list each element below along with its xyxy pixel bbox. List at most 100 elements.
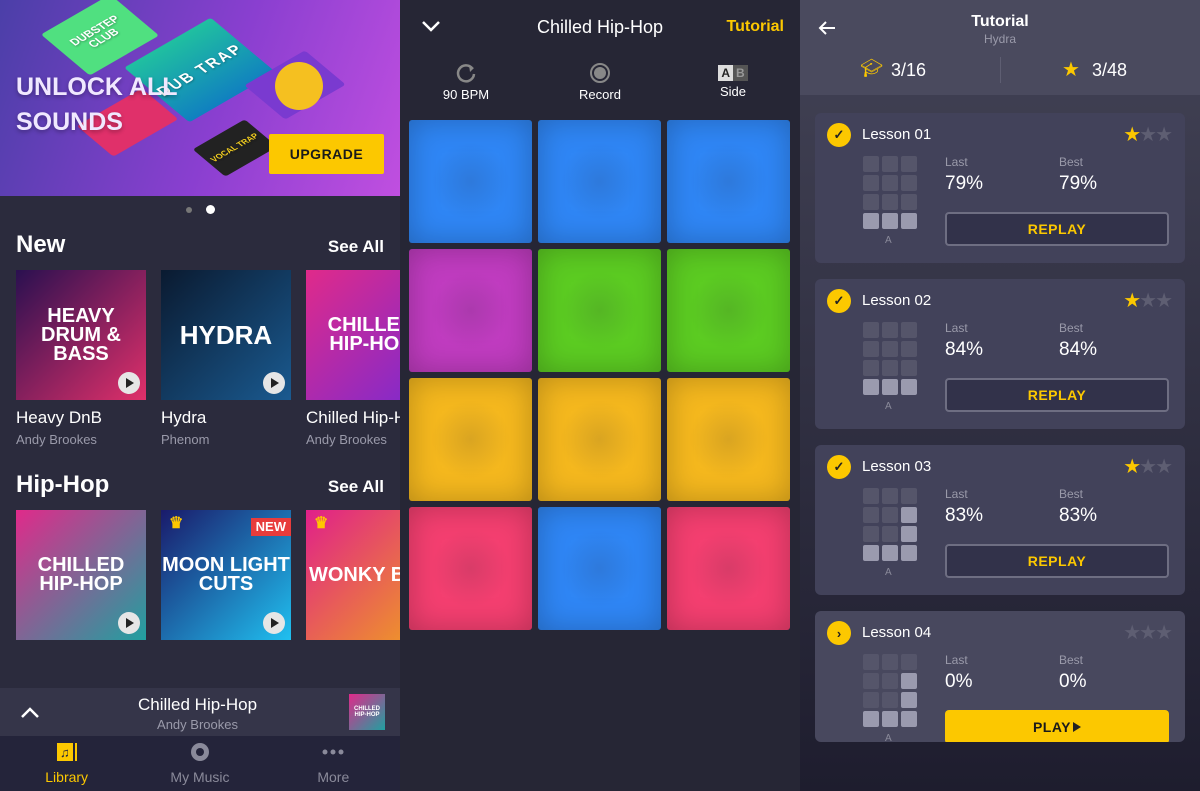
- drum-pad[interactable]: [538, 120, 661, 243]
- play-button[interactable]: PLAY: [945, 710, 1169, 742]
- record-button[interactable]: Record: [555, 62, 645, 102]
- star-icon: ★: [1139, 622, 1157, 644]
- last-score: 79%: [945, 173, 984, 194]
- bottom-nav: ♫ Library My Music More: [0, 736, 400, 791]
- album-art-lettering: HEAVY DRUM & BASS: [41, 304, 121, 365]
- album-card[interactable]: WONKY BEA ♛: [306, 510, 400, 640]
- grid-cell: [882, 507, 898, 523]
- section-title: New: [16, 231, 66, 258]
- drum-pad[interactable]: [538, 249, 661, 372]
- star-icon: ★: [1139, 124, 1157, 146]
- upgrade-button[interactable]: UPGRADE: [269, 134, 384, 174]
- drum-pad[interactable]: [409, 120, 532, 243]
- grid-cell: [863, 341, 879, 357]
- record-label: Record: [579, 87, 621, 102]
- album-art[interactable]: CHILLED HIP-HOP: [16, 510, 146, 640]
- side-a: A: [718, 65, 733, 81]
- star-icon: ★: [1155, 290, 1173, 312]
- grid-cell: [882, 175, 898, 191]
- tutorial-subtitle: Hydra: [983, 32, 1016, 46]
- lesson-card[interactable]: › Lesson 04 ★★★ A Last Best 0% 0% PLAY: [815, 611, 1185, 742]
- album-card[interactable]: HYDRA Hydra Phenom: [161, 270, 291, 447]
- album-card[interactable]: HEAVY DRUM & BASS Heavy DnB Andy Brookes: [16, 270, 146, 447]
- grid-cell: [901, 194, 917, 210]
- grid-cell: [863, 673, 879, 689]
- disc-icon: [190, 742, 210, 765]
- carousel-dot[interactable]: [185, 206, 192, 213]
- album-art[interactable]: MOON LIGHT CUTS ♛ NEW: [161, 510, 291, 640]
- lesson-name: Lesson 01: [862, 126, 932, 143]
- drum-pad[interactable]: [538, 378, 661, 501]
- lesson-card[interactable]: ✓ Lesson 03 ★★★ A Last Best 83% 83% REPL…: [815, 445, 1185, 595]
- album-art[interactable]: HEAVY DRUM & BASS: [16, 270, 146, 400]
- album-art[interactable]: HYDRA: [161, 270, 291, 400]
- see-all-button[interactable]: See All: [328, 237, 384, 257]
- grid-cell: [882, 488, 898, 504]
- star-icon: ★: [1123, 290, 1141, 312]
- drum-pad[interactable]: [667, 507, 790, 630]
- tutorial-link[interactable]: Tutorial: [727, 18, 784, 36]
- album-art[interactable]: CHILLED HIP-HOP: [306, 270, 400, 400]
- pad-pattern: [863, 488, 917, 561]
- lesson-card[interactable]: ✓ Lesson 01 ★★★ A Last Best 79% 79% REPL…: [815, 113, 1185, 263]
- carousel-dots[interactable]: [0, 205, 400, 214]
- see-all-button[interactable]: See All: [328, 477, 384, 497]
- best-score: 83%: [1059, 505, 1098, 526]
- play-icon[interactable]: [118, 612, 140, 634]
- grid-cell: [863, 545, 879, 561]
- carousel-dot-active[interactable]: [205, 205, 215, 214]
- check-icon: ✓: [827, 289, 851, 313]
- stars-progress: 3/48: [1092, 60, 1128, 80]
- lesson-name: Lesson 04: [862, 624, 932, 641]
- banner-title-line2: SOUNDS: [16, 108, 123, 136]
- drum-pad[interactable]: [409, 249, 532, 372]
- bpm-button[interactable]: 90 BPM: [421, 62, 511, 102]
- grid-cell: [901, 360, 917, 376]
- nav-library[interactable]: ♫ Library: [0, 736, 133, 791]
- play-icon[interactable]: [118, 372, 140, 394]
- best-score: 79%: [1059, 173, 1098, 194]
- drum-pad[interactable]: [409, 378, 532, 501]
- mini-player-artist: Andy Brookes: [157, 717, 238, 732]
- star-icon: ★: [1123, 622, 1141, 644]
- play-icon[interactable]: [263, 612, 285, 634]
- nav-more[interactable]: More: [267, 736, 400, 791]
- side-b: B: [733, 65, 748, 81]
- upgrade-banner[interactable]: DUBSTEP CLUB DUB TRAP VOCAL TRAP UNLOCK …: [0, 0, 400, 196]
- last-label: Last: [945, 653, 968, 667]
- play-icon[interactable]: [263, 372, 285, 394]
- grid-cell: [882, 341, 898, 357]
- grid-cell: [901, 213, 917, 229]
- grid-cell: [863, 711, 879, 727]
- lesson-card[interactable]: ✓ Lesson 02 ★★★ A Last Best 84% 84% REPL…: [815, 279, 1185, 429]
- grid-cell: [901, 379, 917, 395]
- replay-button[interactable]: REPLAY: [945, 378, 1169, 412]
- album-card[interactable]: CHILLED HIP-HOP Chilled Hip-Hop Andy Broo…: [306, 270, 400, 447]
- section-title: Hip-Hop: [16, 471, 110, 498]
- drum-pad[interactable]: [667, 378, 790, 501]
- check-icon: ✓: [827, 123, 851, 147]
- library-screen: DUBSTEP CLUB DUB TRAP VOCAL TRAP UNLOCK …: [0, 0, 400, 791]
- last-score: 84%: [945, 339, 984, 360]
- drum-pad[interactable]: [409, 507, 532, 630]
- crown-icon: ♛: [169, 515, 184, 532]
- replay-button[interactable]: REPLAY: [945, 544, 1169, 578]
- lesson-name: Lesson 02: [862, 292, 932, 309]
- mini-player[interactable]: Chilled Hip-Hop Andy Brookes CHILLED HIP…: [0, 688, 400, 736]
- album-card[interactable]: CHILLED HIP-HOP: [16, 510, 146, 640]
- grid-cell: [882, 156, 898, 172]
- album-card[interactable]: MOON LIGHT CUTS ♛ NEW: [161, 510, 291, 640]
- grid-cell: [901, 692, 917, 708]
- album-art[interactable]: WONKY BEA ♛: [306, 510, 400, 640]
- side-button[interactable]: AB Side: [688, 62, 778, 99]
- grid-cell: [901, 175, 917, 191]
- album-title: Heavy DnB: [16, 408, 102, 427]
- album-artist: Phenom: [161, 432, 210, 447]
- bpm-label: 90 BPM: [442, 87, 490, 102]
- drum-pad[interactable]: [667, 120, 790, 243]
- nav-my-music[interactable]: My Music: [133, 736, 266, 791]
- art-label-vocal-trap: VOCAL TRAP: [208, 131, 261, 164]
- drum-pad[interactable]: [667, 249, 790, 372]
- replay-button[interactable]: REPLAY: [945, 212, 1169, 246]
- drum-pad[interactable]: [538, 507, 661, 630]
